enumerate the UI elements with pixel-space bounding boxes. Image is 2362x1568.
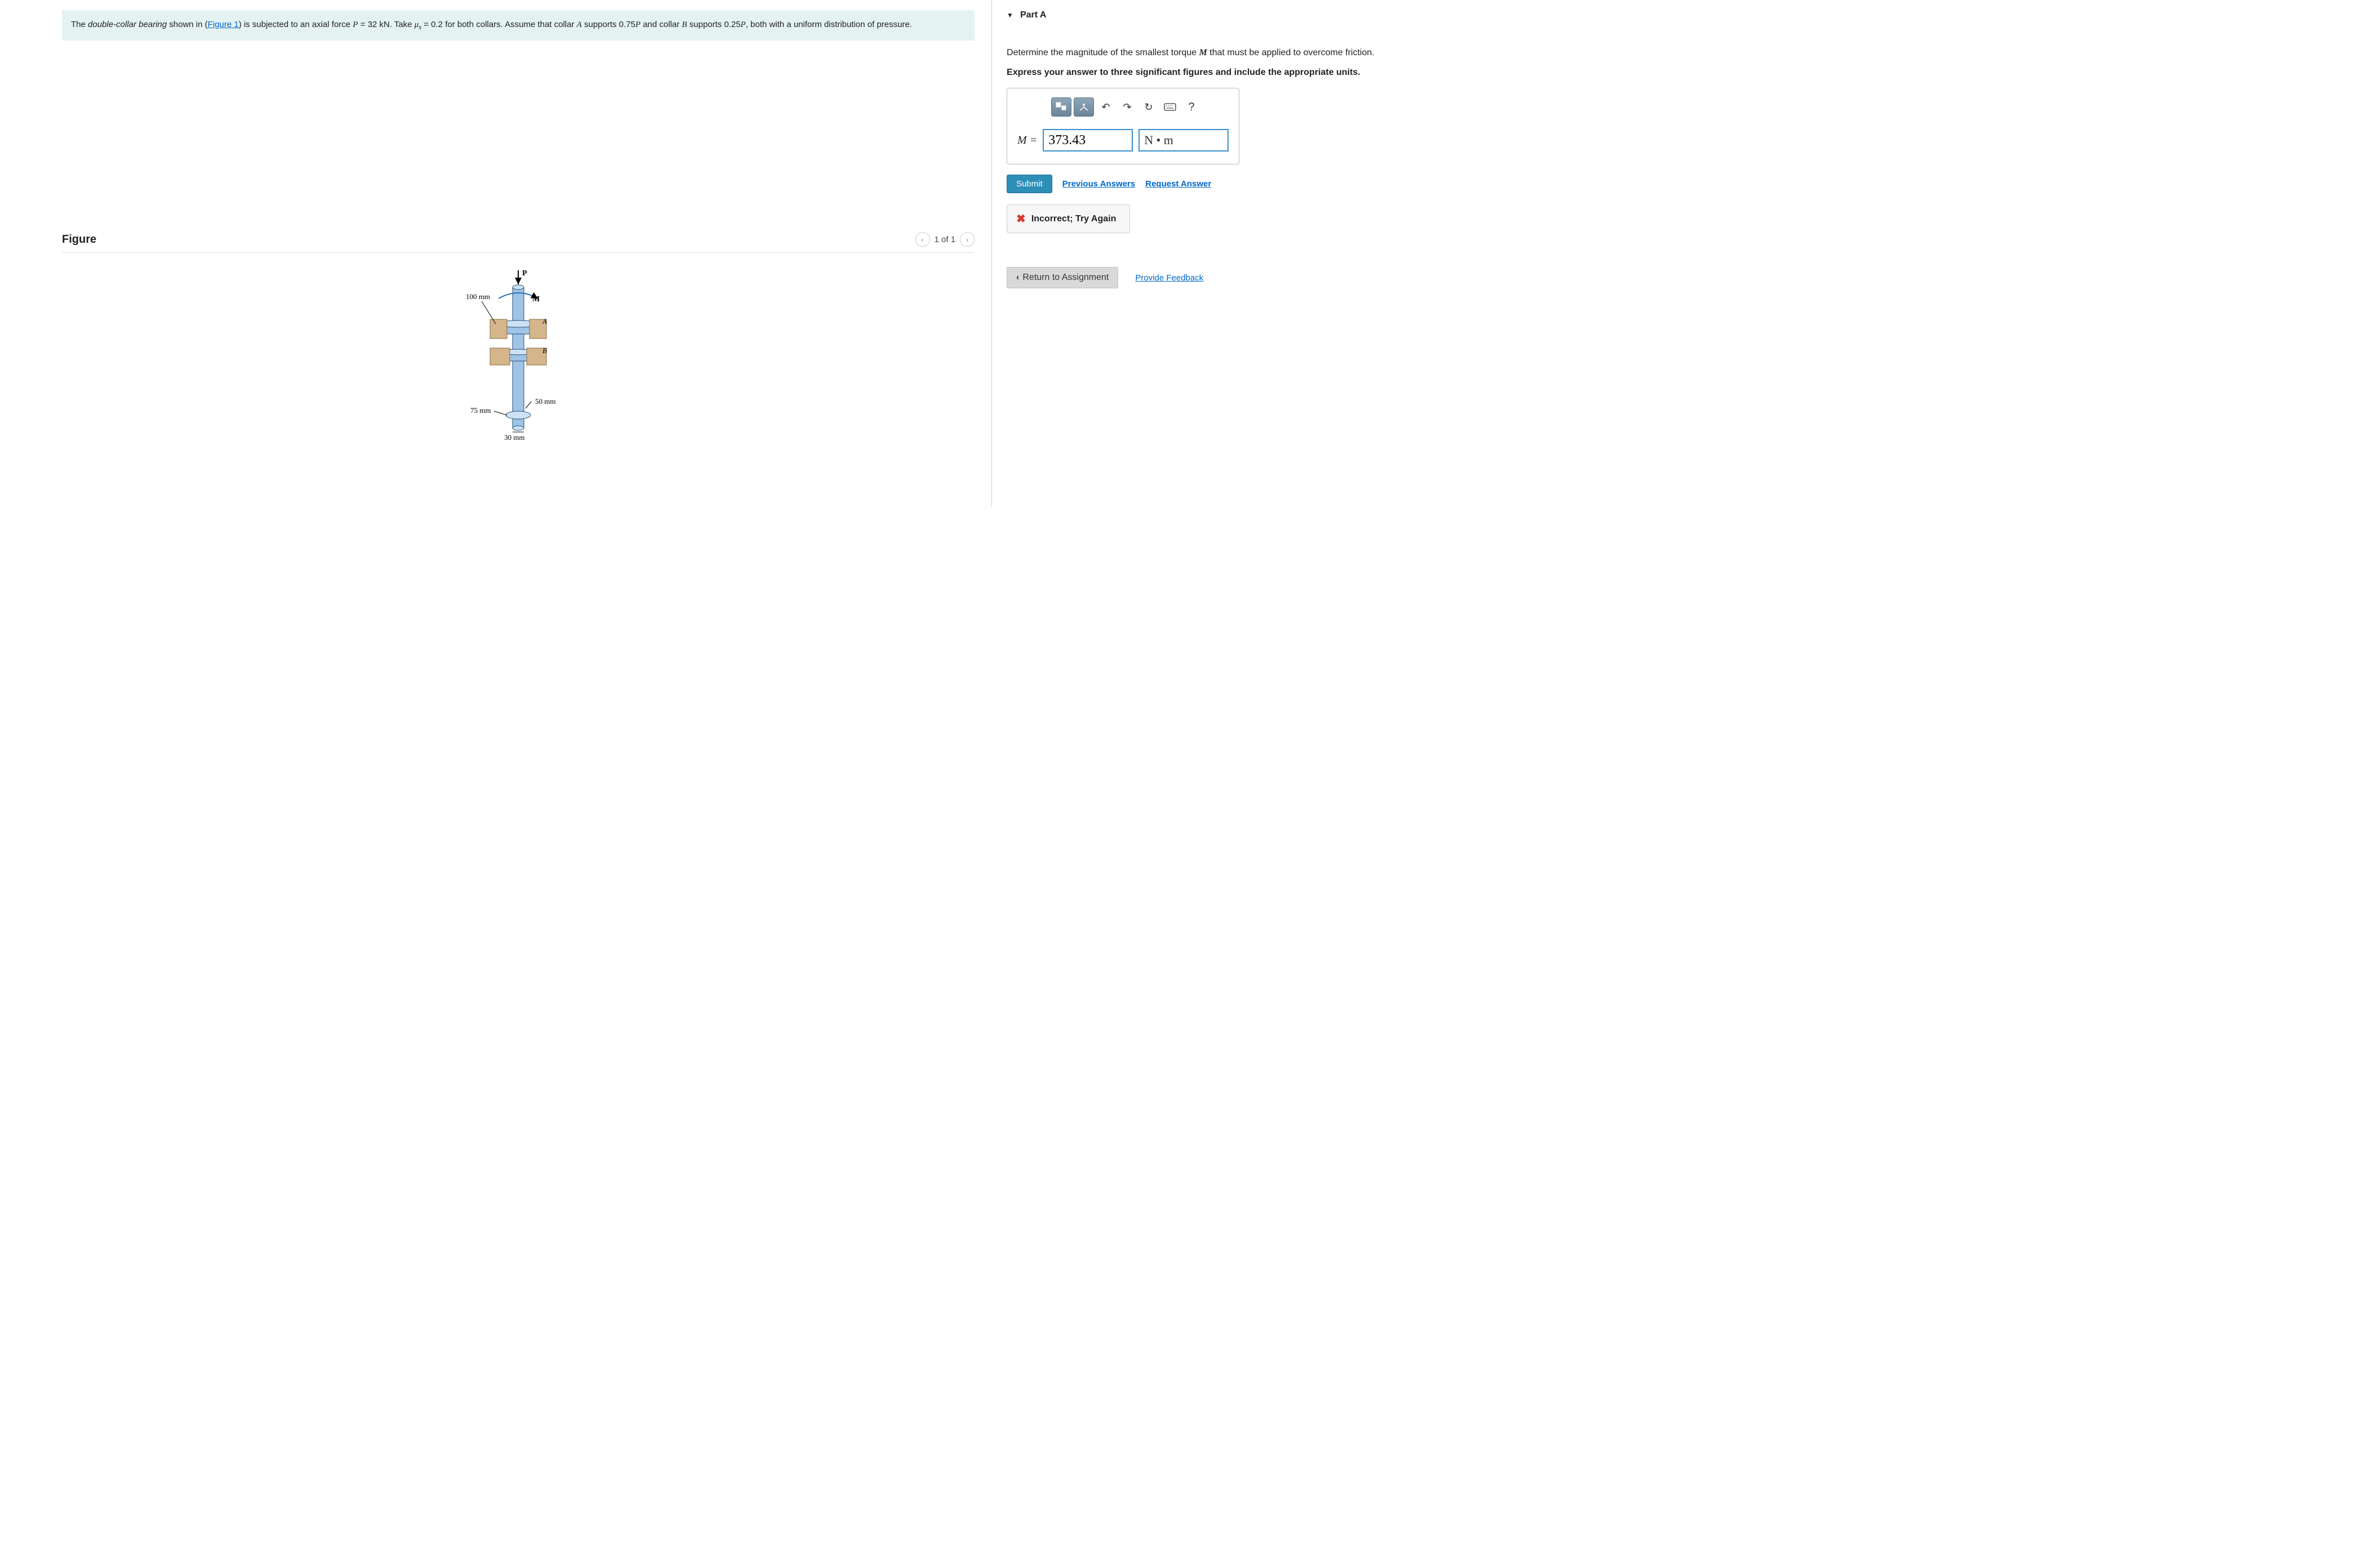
caret-down-icon: ▼ [1007, 11, 1013, 19]
answer-panel: ↶ ↷ ↻ ? M = [1007, 88, 1239, 164]
dim-50mm: 50 mm [535, 397, 555, 406]
keyboard-icon[interactable] [1160, 97, 1180, 117]
previous-answers-link[interactable]: Previous Answers [1062, 179, 1136, 189]
dim-100mm: 100 mm [466, 292, 490, 301]
term: double-collar bearing [88, 20, 167, 29]
undo-icon[interactable]: ↶ [1096, 97, 1115, 117]
incorrect-icon: ✖ [1016, 212, 1026, 226]
text: and collar [640, 20, 682, 29]
figure-next-button[interactable]: › [960, 232, 975, 247]
question-text: Determine the magnitude of the smallest … [1007, 46, 2339, 60]
figure-link[interactable]: Figure 1 [208, 20, 239, 29]
var-B: B [682, 20, 687, 29]
dim-30mm: 30 mm [504, 433, 524, 442]
label-A: A [542, 317, 547, 326]
answer-variable-label: M = [1017, 134, 1037, 147]
label-B: B [542, 346, 547, 355]
text: shown in ( [167, 20, 208, 29]
var-A: A [577, 20, 582, 29]
provide-feedback-link[interactable]: Provide Feedback [1135, 273, 1203, 283]
var-P: P [635, 20, 640, 29]
answer-unit-input[interactable] [1138, 129, 1229, 152]
feedback-box: ✖ Incorrect; Try Again [1007, 204, 1130, 233]
text: , both with a uniform distribution of pr… [746, 20, 912, 29]
label-M: M [532, 295, 540, 304]
problem-statement: The double-collar bearing shown in (Figu… [62, 10, 975, 41]
reset-icon[interactable]: ↻ [1139, 97, 1158, 117]
var-P: P [741, 20, 746, 29]
instruction-text: Express your answer to three significant… [1007, 68, 2339, 78]
text: The [71, 20, 88, 29]
figure-title: Figure [62, 233, 96, 246]
figure-prev-button[interactable]: ‹ [915, 232, 930, 247]
text: = 32 kN. Take [358, 20, 414, 29]
help-icon[interactable]: ? [1182, 97, 1201, 117]
part-label: Part A [1020, 10, 1047, 20]
text: supports 0.75 [582, 20, 635, 29]
redo-icon[interactable]: ↷ [1118, 97, 1137, 117]
label-P: P [522, 269, 527, 278]
return-label: Return to Assignment [1022, 273, 1109, 283]
figure-section: Figure ‹ 1 of 1 › [62, 232, 975, 442]
chevron-left-icon: ‹ [1016, 273, 1019, 283]
templates-button[interactable] [1051, 97, 1071, 117]
text: = 0.2 for both collars. Assume that coll… [421, 20, 577, 29]
return-button[interactable]: ‹ Return to Assignment [1007, 267, 1118, 288]
dim-75mm: 75 mm [470, 406, 491, 415]
part-header[interactable]: ▼ Part A [1007, 6, 2339, 28]
feedback-text: Incorrect; Try Again [1031, 214, 1116, 224]
text: ) is subjected to an axial force [239, 20, 353, 29]
figure-diagram: P M A B 100 mm 50 mm 75 mm 30 mm [459, 268, 577, 442]
symbols-button[interactable] [1074, 97, 1094, 117]
request-answer-link[interactable]: Request Answer [1145, 179, 1211, 189]
figure-nav-count: 1 of 1 [935, 235, 956, 244]
answer-value-input[interactable] [1043, 129, 1133, 152]
text: supports 0.25 [687, 20, 741, 29]
submit-button[interactable]: Submit [1007, 175, 1052, 193]
